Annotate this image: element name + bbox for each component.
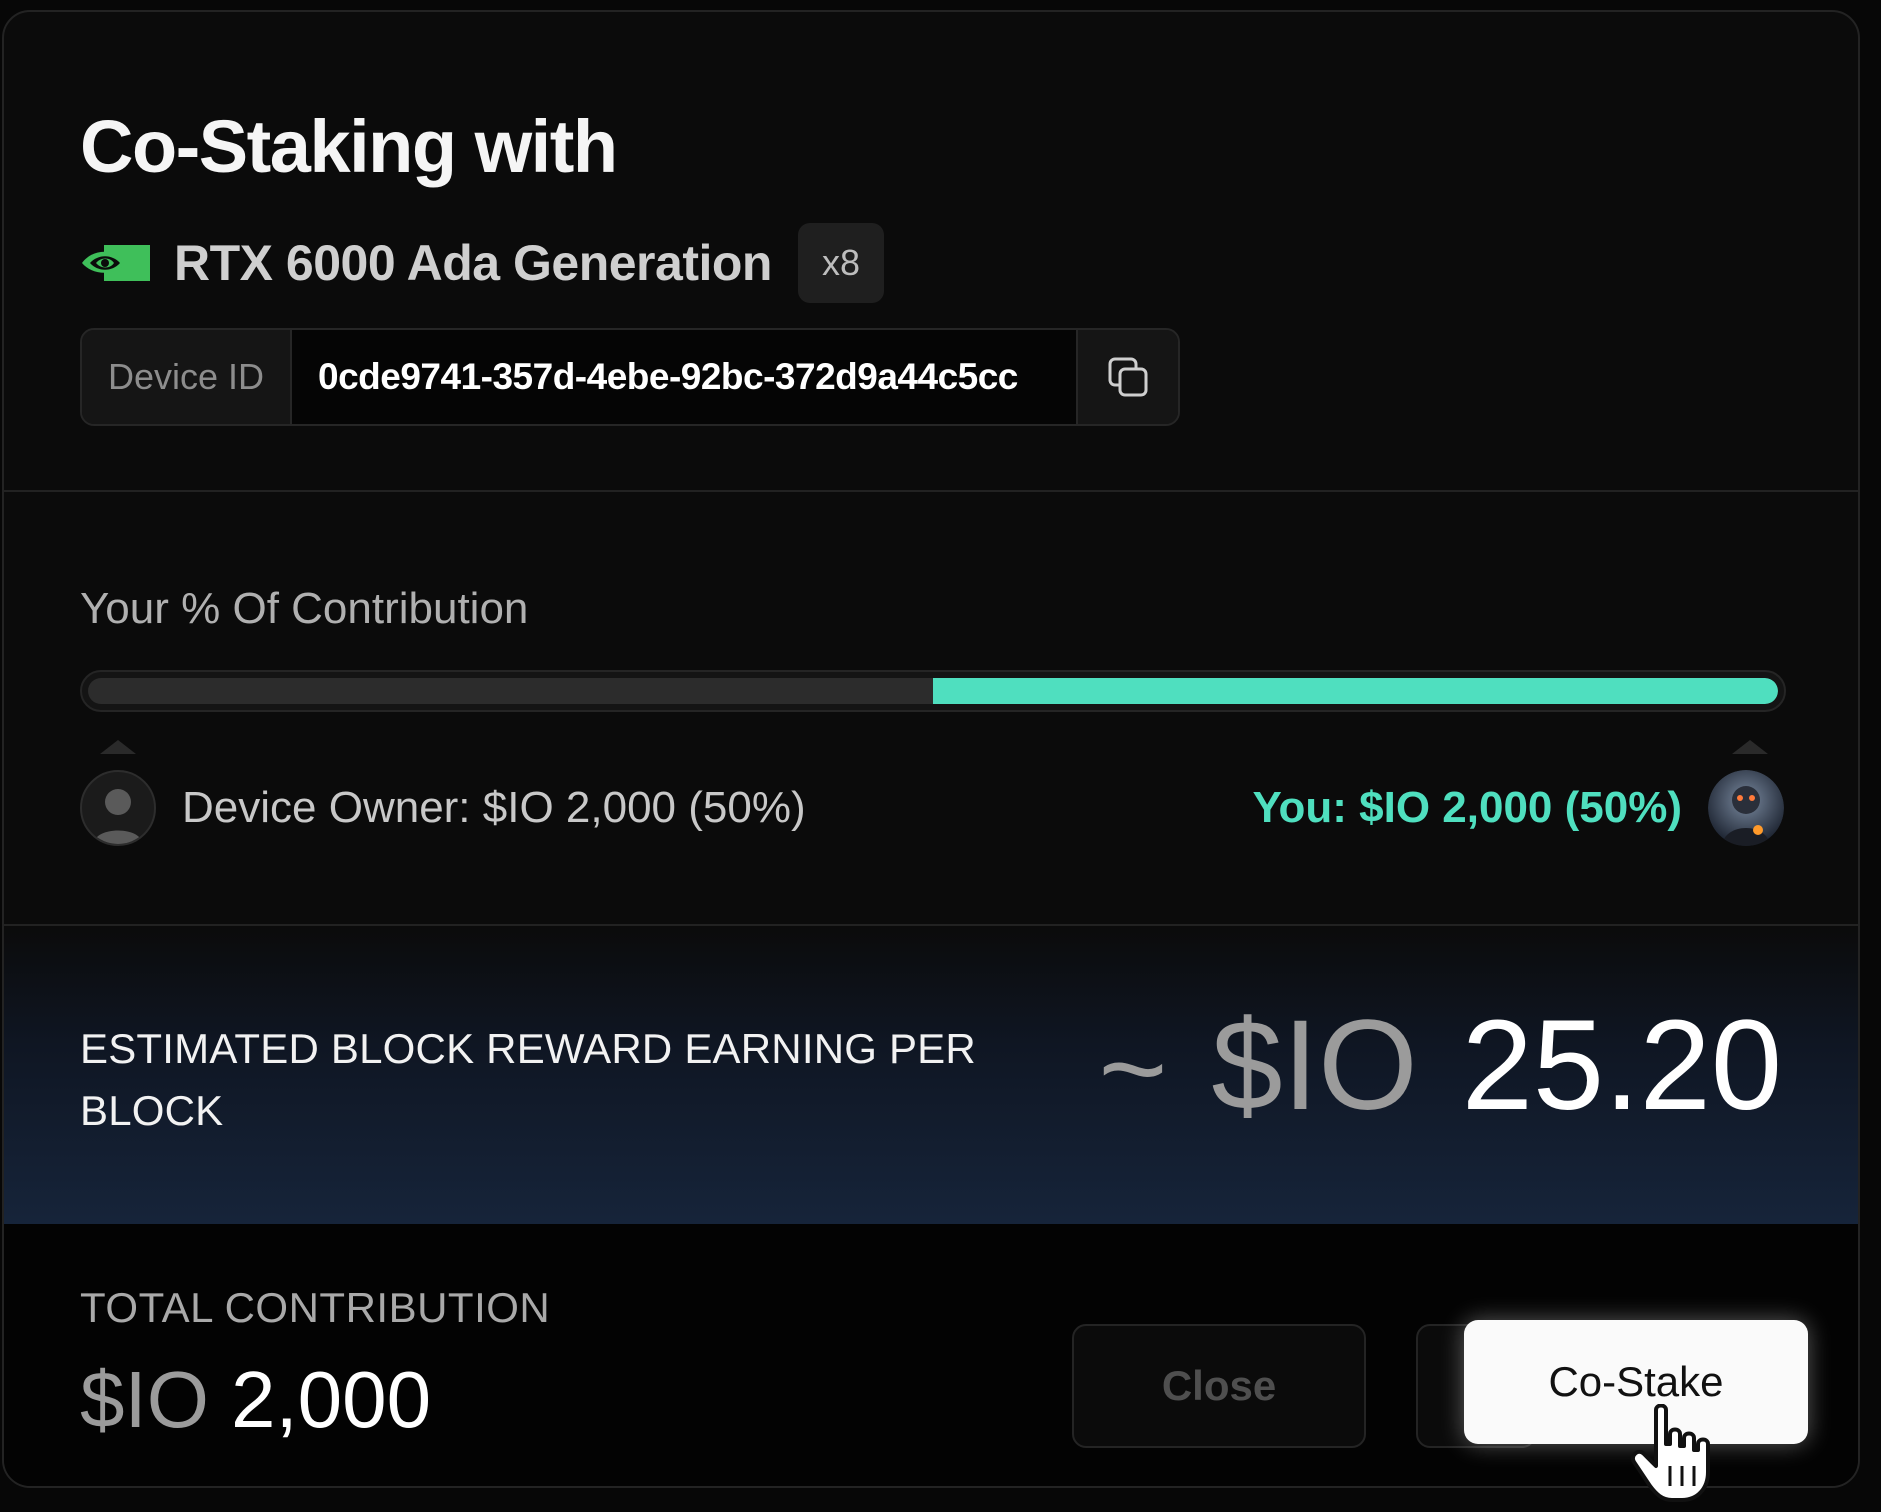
contribution-section: Your % Of Contribution Device Owner: $IO…: [4, 494, 1858, 926]
contribution-label: Your % Of Contribution: [80, 584, 529, 633]
your-share: You: $IO 2,000 (50%): [1252, 770, 1784, 846]
copy-button[interactable]: [1076, 330, 1178, 424]
copy-icon: [1108, 357, 1148, 397]
estimated-reward-section: ESTIMATED BLOCK REWARD EARNING PER BLOCK…: [4, 926, 1858, 1224]
avatar: [1708, 770, 1784, 846]
your-share-text: You: $IO 2,000 (50%): [1252, 783, 1682, 832]
device-id-value[interactable]: 0cde9741-357d-4ebe-92bc-372d9a44c5cc: [292, 330, 1076, 424]
nvidia-logo-icon: [82, 245, 150, 281]
reward-value: 25.20: [1461, 994, 1782, 1137]
reward-unit: $IO: [1211, 994, 1418, 1137]
user-icon: [94, 789, 142, 844]
device-id-field: Device ID 0cde9741-357d-4ebe-92bc-372d9a…: [80, 328, 1180, 426]
reward-amount: ~ $IO 25.20: [1098, 1002, 1782, 1130]
co-staking-modal: Co-Staking with RTX 6000 Ada Generation …: [2, 10, 1860, 1488]
hand-pointer-icon: [1631, 1404, 1710, 1502]
total-contribution-label: TOTAL CONTRIBUTION: [80, 1284, 551, 1331]
gpu-info: RTX 6000 Ada Generation x8: [80, 222, 884, 304]
modal-title: Co-Staking with: [80, 105, 618, 188]
gpu-count-badge: x8: [797, 223, 884, 303]
total-contribution-value: 2,000: [230, 1355, 432, 1444]
gpu-name: RTX 6000 Ada Generation: [174, 235, 772, 291]
reward-label: ESTIMATED BLOCK REWARD EARNING PER BLOCK: [80, 1025, 976, 1134]
contribution-bar-fill: [933, 678, 1778, 704]
contribution-bar: [80, 670, 1786, 712]
close-button[interactable]: Close: [1072, 1324, 1366, 1448]
reward-approx-symbol: ~: [1098, 1003, 1168, 1135]
you-marker: [1732, 740, 1768, 754]
owner-share-text: Device Owner: $IO 2,000 (50%): [182, 783, 806, 832]
total-contribution-amount: $IO 2,000: [80, 1354, 431, 1446]
owner-marker: [100, 740, 136, 754]
total-contribution-unit: $IO: [80, 1355, 209, 1444]
owner-share: Device Owner: $IO 2,000 (50%): [80, 770, 806, 846]
contribution-bar-track: [88, 678, 1778, 704]
device-id-label: Device ID: [82, 330, 292, 424]
owner-avatar: [80, 770, 156, 846]
modal-footer: TOTAL CONTRIBUTION $IO 2,000 Close Co-St…: [4, 1224, 1858, 1486]
user-avatar-icon: [1708, 770, 1784, 846]
modal-header: Co-Staking with RTX 6000 Ada Generation …: [4, 12, 1858, 492]
